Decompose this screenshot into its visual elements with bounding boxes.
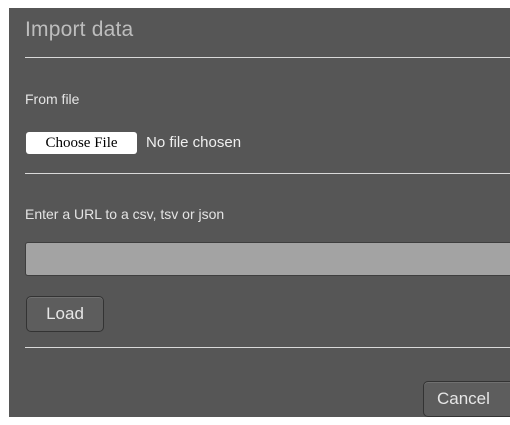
footer-divider — [25, 347, 510, 348]
title-divider — [25, 57, 510, 58]
choose-file-button[interactable]: Choose File — [26, 132, 137, 154]
file-status-text: No file chosen — [146, 134, 242, 151]
section-divider — [25, 173, 510, 174]
url-input[interactable] — [25, 242, 510, 276]
import-data-dialog: Import data From file Choose File No fil… — [9, 8, 510, 417]
url-label: Enter a URL to a csv, tsv or json — [25, 206, 225, 222]
dialog-title: Import data — [25, 18, 134, 41]
from-file-label: From file — [25, 91, 80, 107]
load-button[interactable]: Load — [26, 296, 104, 332]
cancel-button[interactable]: Cancel — [423, 381, 510, 417]
